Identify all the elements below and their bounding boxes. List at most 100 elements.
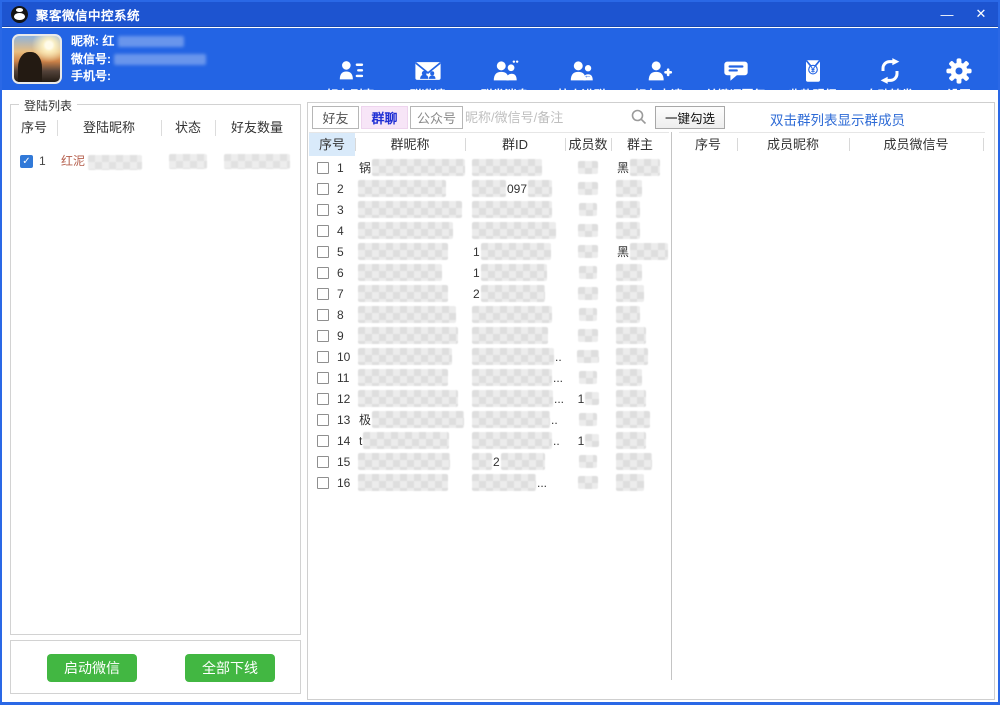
row-checkbox[interactable] [317, 309, 329, 321]
group-nickname-cell: 锅 [355, 157, 465, 178]
redacted-mosaic [579, 308, 597, 321]
group-table-row[interactable]: 51黑 [309, 241, 671, 262]
group-table-row[interactable]: 2097 [309, 178, 671, 199]
redacted-mosaic [616, 390, 646, 407]
group-table-row[interactable]: 13极.. [309, 409, 671, 430]
row-number: 14 [337, 434, 350, 448]
toolbar-item-auto-forward[interactable]: 自动转发 [851, 57, 928, 103]
row-checkbox[interactable] [317, 477, 329, 489]
group-table-row[interactable]: 14t..1 [309, 430, 671, 451]
row-checkbox[interactable] [317, 435, 329, 447]
redacted-mosaic [472, 474, 536, 491]
row-number: 13 [337, 413, 350, 427]
phone-label: 手机号: [71, 69, 111, 83]
member-count-cell [565, 262, 611, 283]
row-checkbox[interactable] [317, 204, 329, 216]
redacted-mosaic [616, 453, 652, 470]
group-invite-icon [414, 57, 442, 85]
row-checkbox[interactable] [317, 288, 329, 300]
redacted-mosaic [616, 285, 644, 302]
row-number: 7 [337, 287, 344, 301]
group-id-cell [465, 157, 565, 178]
toolbar-item-group-invite[interactable]: 群邀请 [389, 57, 466, 103]
group-table-row[interactable]: 1锅黑 [309, 157, 671, 178]
start-wechat-button[interactable]: 启动微信 [47, 654, 137, 682]
group-table-row[interactable]: 9 [309, 325, 671, 346]
row-checkbox[interactable] [317, 183, 329, 195]
minimize-button[interactable]: — [930, 2, 964, 27]
toolbar-item-pull-into-group[interactable]: ← 拉人进群 [543, 57, 620, 103]
group-nickname-cell [355, 451, 465, 472]
toolbar-item-mass-message[interactable]: 群发消息 [466, 57, 543, 103]
redacted-mosaic [579, 413, 597, 426]
login-row-checkbox[interactable]: ✓ [20, 155, 33, 168]
group-id-cell: 1 [465, 262, 565, 283]
group-table-row[interactable]: 3 [309, 199, 671, 220]
group-table-row[interactable]: 152 [309, 451, 671, 472]
group-owner-cell [611, 409, 669, 430]
login-nickname: 红泥 [61, 154, 85, 168]
close-button[interactable]: ✕ [964, 2, 998, 27]
tab-official-account[interactable]: 公众号 [410, 106, 463, 129]
row-checkbox[interactable] [317, 267, 329, 279]
group-table-row[interactable]: 72 [309, 283, 671, 304]
group-table-row[interactable]: 16... [309, 472, 671, 493]
search-input[interactable] [465, 107, 627, 128]
search-icon [630, 108, 648, 126]
payment-detail-icon: ¥ [799, 57, 827, 85]
login-status-redacted [169, 154, 207, 169]
redacted-mosaic [358, 180, 446, 197]
group-table-row[interactable]: 10.. [309, 346, 671, 367]
toolbar-item-settings[interactable]: 设置 [928, 57, 990, 103]
redacted-mosaic [585, 392, 599, 405]
toolbar-item-keyword-reply[interactable]: 关键词回复 [697, 57, 774, 103]
toolbar-item-payment-detail[interactable]: ¥ 收款明细 [774, 57, 851, 103]
group-table-row[interactable]: 61 [309, 262, 671, 283]
tab-friends[interactable]: 好友 [312, 106, 359, 129]
row-number: 8 [337, 308, 344, 322]
redacted-mosaic [358, 264, 442, 281]
redacted-mosaic [578, 329, 598, 342]
group-table-row[interactable]: 4 [309, 220, 671, 241]
row-checkbox[interactable] [317, 162, 329, 174]
member-count-cell [565, 157, 611, 178]
redacted-mosaic [616, 348, 648, 365]
redacted-mosaic [630, 243, 668, 260]
group-owner-cell [611, 220, 669, 241]
row-checkbox[interactable] [317, 456, 329, 468]
tab-group-chat[interactable]: 群聊 [361, 106, 408, 129]
settings-icon [945, 57, 973, 85]
select-all-button[interactable]: 一键勾选 [655, 106, 725, 129]
app-window: 聚客微信中控系统 — ✕ 昵称: 红 微信号: 手机号: [0, 0, 1000, 705]
row-checkbox[interactable] [317, 246, 329, 258]
header-bar: 昵称: 红 微信号: 手机号: 好友列表 [2, 28, 998, 90]
row-number: 5 [337, 245, 344, 259]
login-list-panel: 序号 登陆昵称 状态 好友数量 ✓ 1 红泥 [10, 104, 301, 635]
row-checkbox[interactable] [317, 393, 329, 405]
toolbar-item-friend-request[interactable]: 好友申请 [620, 57, 697, 103]
redacted-mosaic [372, 411, 464, 428]
redacted-mosaic [358, 369, 448, 386]
login-table-row[interactable]: ✓ 1 红泥 [11, 149, 300, 173]
redacted-mosaic [363, 432, 449, 449]
tab-bar: 好友 群聊 公众号 [312, 106, 465, 129]
group-table-row[interactable]: 11... [309, 367, 671, 388]
row-checkbox[interactable] [317, 414, 329, 426]
pull-into-group-icon: ← [568, 57, 596, 85]
group-owner-cell [611, 388, 669, 409]
keyword-reply-icon [722, 57, 750, 85]
row-checkbox[interactable] [317, 330, 329, 342]
row-checkbox[interactable] [317, 372, 329, 384]
group-table-row[interactable]: 12...1 [309, 388, 671, 409]
row-number: 4 [337, 224, 344, 238]
title-bar: 聚客微信中控系统 — ✕ [2, 2, 998, 27]
row-checkbox[interactable] [317, 225, 329, 237]
group-table-row[interactable]: 8 [309, 304, 671, 325]
row-number: 9 [337, 329, 344, 343]
all-offline-button[interactable]: 全部下线 [185, 654, 275, 682]
redacted-mosaic [528, 180, 552, 197]
row-checkbox[interactable] [317, 351, 329, 363]
group-owner-cell [611, 262, 669, 283]
group-owner-cell [611, 304, 669, 325]
svg-text:←: ← [583, 71, 591, 80]
